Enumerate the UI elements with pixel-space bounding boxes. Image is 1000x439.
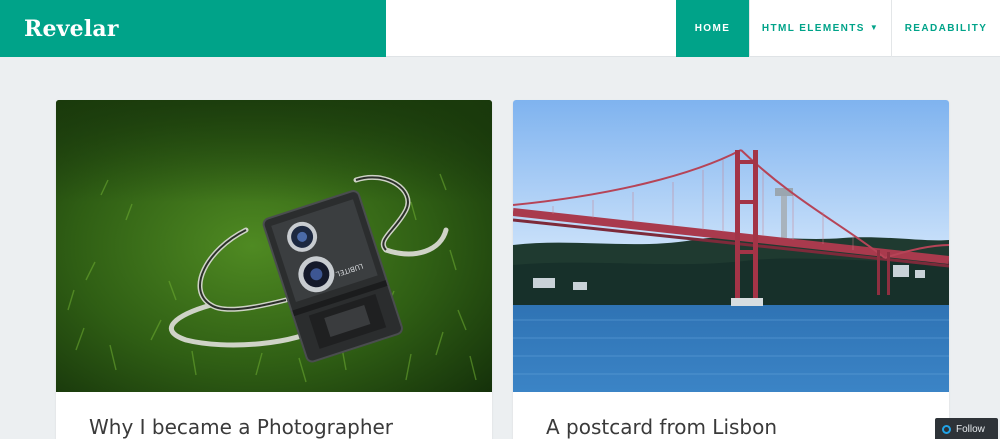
main-nav: HOME HTML ELEMENTS ▼ READABILITY — [676, 0, 1000, 57]
lisbon-bridge-photo[interactable] — [513, 100, 949, 392]
follow-button[interactable]: Follow — [935, 418, 998, 439]
nav-html-elements[interactable]: HTML ELEMENTS ▼ — [749, 0, 891, 57]
nav-html-elements-label: HTML ELEMENTS — [761, 23, 865, 34]
site-title[interactable]: Revelar — [24, 16, 119, 42]
post-card-photographer[interactable]: LUBITEL Why I became a Photographer — [56, 100, 492, 439]
follow-label: Follow — [956, 423, 985, 435]
post-title[interactable]: Why I became a Photographer — [89, 415, 393, 439]
nav-home-label: HOME — [694, 23, 731, 34]
camera-on-grass-photo[interactable]: LUBITEL — [56, 100, 492, 392]
site-header: Revelar HOME HTML ELEMENTS ▼ READABILITY — [0, 0, 1000, 57]
site-logo[interactable]: Revelar — [0, 0, 386, 57]
post-card-lisbon[interactable]: A postcard from Lisbon — [513, 100, 949, 439]
post-title[interactable]: A postcard from Lisbon — [546, 415, 777, 439]
nav-home[interactable]: HOME — [676, 0, 749, 57]
chevron-down-icon: ▼ — [869, 23, 880, 32]
follow-icon — [942, 424, 951, 434]
nav-readability-label: READABILITY — [904, 23, 988, 34]
nav-readability[interactable]: READABILITY — [891, 0, 1000, 57]
